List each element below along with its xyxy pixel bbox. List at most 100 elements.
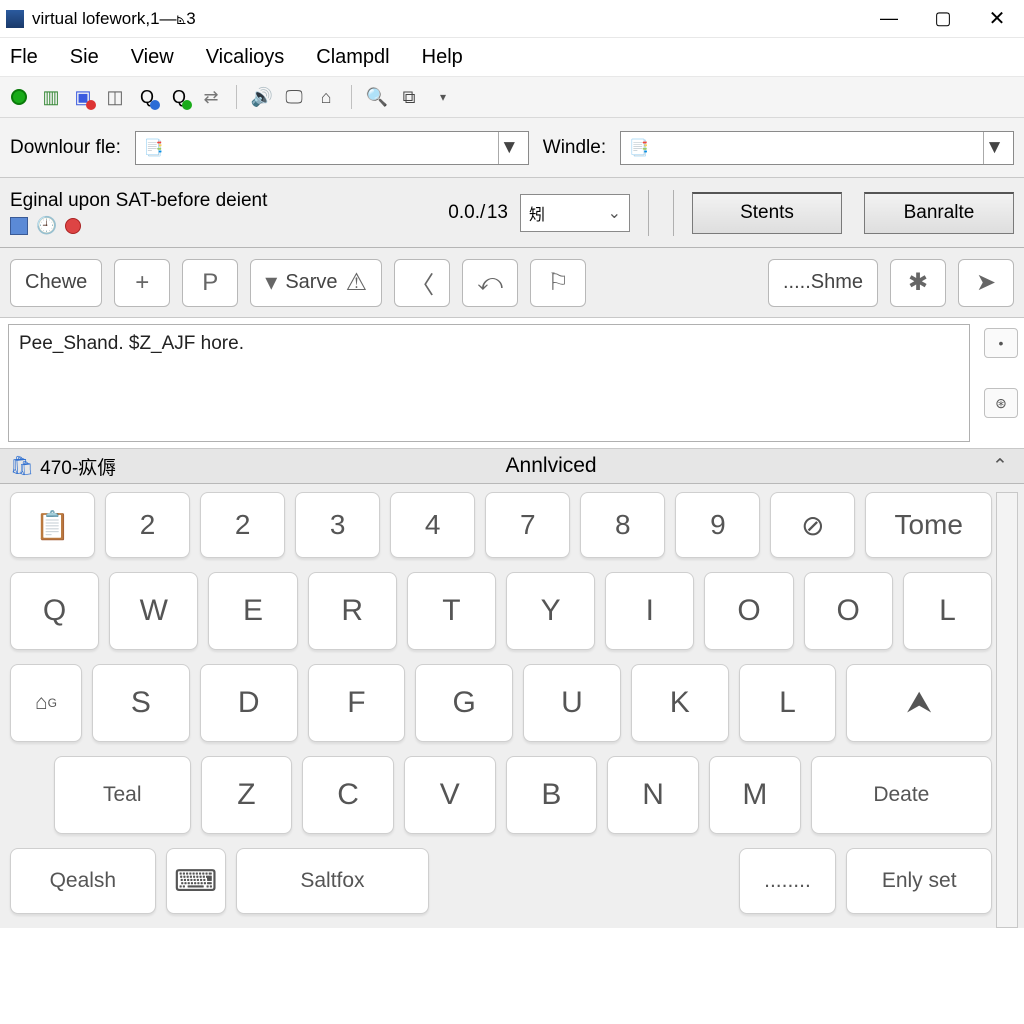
search-ok-icon[interactable]: Q [168, 86, 190, 108]
connect-icon[interactable] [8, 86, 30, 108]
key-4[interactable]: 4 [390, 492, 475, 558]
keyboard-header: 🛍 470-疭傉 Annlviced ⌃ [0, 448, 1024, 484]
key-shift[interactable]: ⮝ [846, 664, 992, 742]
back-button[interactable]: 〈 [394, 259, 450, 307]
separator [351, 85, 352, 109]
stents-button[interactable]: Stents [692, 192, 842, 234]
key-u[interactable]: U [523, 664, 621, 742]
menu-view[interactable]: View [127, 44, 178, 71]
key-m[interactable]: M [709, 756, 801, 834]
copy-icon[interactable]: ⧉ [398, 86, 420, 108]
record-icon[interactable] [65, 218, 81, 234]
key-deate[interactable]: Deate [811, 756, 992, 834]
key-n[interactable]: N [607, 756, 699, 834]
key-b[interactable]: B [506, 756, 598, 834]
key-c[interactable]: C [302, 756, 394, 834]
key-v[interactable]: V [404, 756, 496, 834]
key-o2[interactable]: O [804, 572, 893, 650]
key-d[interactable]: D [200, 664, 298, 742]
menu-file[interactable]: Fle [6, 44, 42, 71]
key-i[interactable]: I [605, 572, 694, 650]
key-ok[interactable]: ⊘ [770, 492, 855, 558]
keyboard-icon: ⌨ [174, 864, 217, 899]
key-y[interactable]: Y [506, 572, 595, 650]
keyboard-scrollbar[interactable] [996, 492, 1018, 928]
key-enly-set[interactable]: Enly set [846, 848, 992, 914]
key-3[interactable]: 3 [295, 492, 380, 558]
key-g[interactable]: G [415, 664, 513, 742]
home-icon: ⌂ [35, 691, 48, 715]
search-plus-icon[interactable]: Q [136, 86, 158, 108]
status-text: Eginal upon SAT-before deient [10, 190, 320, 212]
key-9[interactable]: 9 [675, 492, 760, 558]
key-clipboard[interactable]: 📋 [10, 492, 95, 558]
chevron-down-icon[interactable]: ▼ [498, 132, 520, 164]
device-icon[interactable]: ⌂ [315, 86, 337, 108]
menu-help[interactable]: Help [418, 44, 467, 71]
monitor-icon[interactable]: 🖵 [283, 86, 305, 108]
key-s[interactable]: S [92, 664, 190, 742]
chewe-button[interactable]: Chewe [10, 259, 102, 307]
key-f[interactable]: F [308, 664, 406, 742]
undo-button[interactable]: ⤺ [462, 259, 518, 307]
minimize-button[interactable]: — [862, 0, 916, 38]
menu-clampdl[interactable]: Clampdl [312, 44, 393, 71]
windle-combo[interactable]: 📑 ▼ [620, 131, 1014, 165]
key-qealsh[interactable]: Qealsh [10, 848, 156, 914]
unit-combo[interactable]: 矧 ⌄ [520, 194, 630, 232]
key-q[interactable]: Q [10, 572, 99, 650]
collapse-button[interactable]: ⌃ [986, 455, 1014, 478]
key-layout[interactable]: ⌨ [166, 848, 226, 914]
snow-button[interactable]: ✱ [890, 259, 946, 307]
image-icon[interactable] [10, 217, 28, 235]
key-l[interactable]: L [903, 572, 992, 650]
shme-button[interactable]: .....Shme [768, 259, 878, 307]
key-home[interactable]: ⌂G [10, 664, 82, 742]
key-8[interactable]: 8 [580, 492, 665, 558]
menu-vicalioys[interactable]: Vicalioys [202, 44, 289, 71]
clock-icon[interactable]: 🕘 [36, 216, 57, 236]
banralte-button[interactable]: Banralte [864, 192, 1014, 234]
key-l2[interactable]: L [739, 664, 837, 742]
swap-icon[interactable]: ⇄ [200, 86, 222, 108]
key-2b[interactable]: 2 [200, 492, 285, 558]
key-t[interactable]: T [407, 572, 496, 650]
chevron-down-icon[interactable]: ▼ [983, 132, 1005, 164]
profile-button[interactable]: P [182, 259, 238, 307]
gutter-dot-button[interactable]: • [984, 328, 1018, 358]
speaker-icon[interactable]: 🔊 [251, 86, 273, 108]
icon-toolbar: ▥ ▣ ◫ Q Q ⇄ 🔊 🖵 ⌂ 🔍 ⧉ [0, 76, 1024, 118]
maximize-button[interactable]: ▢ [916, 0, 970, 38]
key-2a[interactable]: 2 [105, 492, 190, 558]
key-e[interactable]: E [208, 572, 297, 650]
key-saltfox[interactable]: Saltfox [236, 848, 430, 914]
key-k[interactable]: K [631, 664, 729, 742]
download-combo[interactable]: 📑 ▼ [135, 131, 529, 165]
window-title: virtual lofework,1—⦝3 [30, 9, 862, 29]
save-button[interactable]: ▾Sarve⚠ [250, 259, 382, 307]
chevron-down-icon[interactable]: ⌄ [608, 203, 621, 223]
close-button[interactable]: ✕ [970, 0, 1024, 38]
key-o1[interactable]: O [704, 572, 793, 650]
menu-sie[interactable]: Sie [66, 44, 103, 71]
add-button[interactable]: + [114, 259, 170, 307]
key-r[interactable]: R [308, 572, 397, 650]
key-7[interactable]: 7 [485, 492, 570, 558]
key-dots[interactable]: ........ [739, 848, 837, 914]
panel-icon[interactable]: ◫ [104, 86, 126, 108]
key-teal[interactable]: Teal [54, 756, 191, 834]
gutter-back-button[interactable]: ⊛ [984, 388, 1018, 418]
search-icon[interactable]: 🔍 [366, 86, 388, 108]
key-z[interactable]: Z [201, 756, 293, 834]
editor-textarea[interactable]: Pee_Shand. $Z_AJF hore. [8, 324, 970, 442]
share-button[interactable]: ➤ [958, 259, 1014, 307]
box-red-icon[interactable]: ▣ [72, 86, 94, 108]
file-icon: 📑 [144, 138, 164, 158]
flag-button[interactable]: ⚐ [530, 259, 586, 307]
key-w[interactable]: W [109, 572, 198, 650]
side-gutter: • ⊛ [978, 318, 1024, 448]
action-toolbar: Chewe + P ▾Sarve⚠ 〈 ⤺ ⚐ .....Shme ✱ ➤ [0, 248, 1024, 318]
dropdown-more-icon[interactable] [430, 86, 452, 108]
package-icon[interactable]: ▥ [40, 86, 62, 108]
key-tome[interactable]: Tome [865, 492, 992, 558]
